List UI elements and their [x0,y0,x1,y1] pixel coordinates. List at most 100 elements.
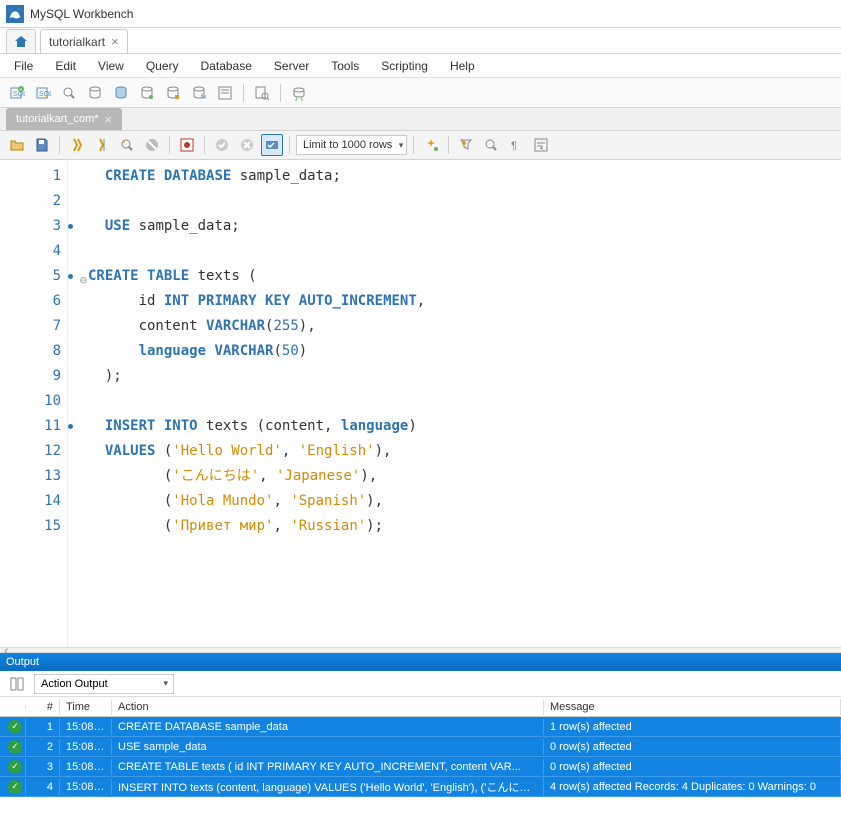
menu-edit[interactable]: Edit [45,56,86,76]
code-line[interactable]: INSERT INTO texts (content, language) [88,414,841,439]
procedure-icon[interactable] [162,82,184,104]
beautify-icon[interactable] [420,134,442,156]
menu-file[interactable]: File [4,56,43,76]
status-ok-icon [8,780,22,794]
col-number[interactable]: # [26,699,60,715]
line-number: 3 [0,214,61,239]
output-layout-icon[interactable] [6,673,28,695]
stop-on-error-icon[interactable] [176,134,198,156]
line-number: 2 [0,189,61,214]
connection-tab[interactable]: tutorialkart × [40,29,128,53]
col-message[interactable]: Message [544,699,841,715]
main-toolbar: SQL+ SQL fx [0,78,841,108]
open-file-icon[interactable] [6,134,28,156]
query-tab-label: tutorialkart_com* [16,113,99,125]
inspector-icon[interactable] [58,82,80,104]
code-line[interactable]: content VARCHAR(255), [88,314,841,339]
new-sql-tab-icon[interactable]: SQL+ [6,82,28,104]
output-type-label: Action Output [41,678,108,690]
execute-icon[interactable] [66,134,88,156]
rollback-icon[interactable] [236,134,258,156]
execute-current-icon[interactable] [91,134,113,156]
reconnect-icon[interactable] [288,82,310,104]
stop-icon[interactable] [141,134,163,156]
code-line[interactable]: USE sample_data; [88,214,841,239]
line-number: 14 [0,489,61,514]
save-icon[interactable] [31,134,53,156]
menu-query[interactable]: Query [136,56,189,76]
output-type-select[interactable]: Action Output [34,674,174,694]
code-line[interactable]: ); [88,364,841,389]
line-number: 7 [0,314,61,339]
sql-preview-icon[interactable] [214,82,236,104]
row-message: 0 row(s) affected [544,759,841,775]
code-line[interactable] [88,389,841,414]
menu-scripting[interactable]: Scripting [371,56,438,76]
explain-icon[interactable] [116,134,138,156]
menubar: FileEditViewQueryDatabaseServerToolsScri… [0,54,841,78]
function-icon[interactable]: fx [188,82,210,104]
close-icon[interactable]: × [111,34,119,49]
grid-header: # Time Action Message [0,697,841,717]
view-icon[interactable] [136,82,158,104]
wrap-icon[interactable] [530,134,552,156]
code-line[interactable]: ('Hola Mundo', 'Spanish'), [88,489,841,514]
query-tab[interactable]: tutorialkart_com* × [6,108,122,130]
zoom-icon[interactable] [480,134,502,156]
code-line[interactable]: CREATE TABLE texts ( [88,264,841,289]
code-line[interactable] [88,189,841,214]
connection-tabbar: tutorialkart × [0,28,841,54]
code-line[interactable]: language VARCHAR(50) [88,339,841,364]
home-button[interactable] [6,29,36,53]
connection-tab-label: tutorialkart [49,35,105,49]
menu-database[interactable]: Database [191,56,262,76]
menu-server[interactable]: Server [264,56,319,76]
line-number: 4 [0,239,61,264]
find-icon[interactable] [455,134,477,156]
row-message: 0 row(s) affected [544,739,841,755]
col-time[interactable]: Time [60,699,112,715]
output-header: Output [0,653,841,671]
menu-view[interactable]: View [88,56,134,76]
output-row[interactable]: 115:08:42CREATE DATABASE sample_data1 ro… [0,717,841,737]
output-grid[interactable]: # Time Action Message 115:08:42CREATE DA… [0,697,841,823]
limit-rows-select[interactable]: Limit to 1000 rows [296,135,407,155]
output-row[interactable]: 215:08:42USE sample_data0 row(s) affecte… [0,737,841,757]
menu-tools[interactable]: Tools [321,56,369,76]
invisible-chars-icon[interactable]: ¶ [505,134,527,156]
sql-editor[interactable]: 123456789101112131415 CREATE DATABASE sa… [0,160,841,647]
row-message: 4 row(s) affected Records: 4 Duplicates:… [544,779,841,795]
line-gutter: 123456789101112131415 [0,160,68,647]
row-action: INSERT INTO texts (content, language) VA… [112,777,544,797]
table-icon[interactable] [110,82,132,104]
open-sql-file-icon[interactable]: SQL [32,82,54,104]
toolbar-separator [243,84,244,102]
code-area[interactable]: CREATE DATABASE sample_data; USE sample_… [68,160,841,647]
splitter[interactable] [0,647,841,653]
output-row[interactable]: 415:08:42INSERT INTO texts (content, lan… [0,777,841,797]
code-line[interactable] [88,239,841,264]
code-line[interactable]: VALUES ('Hello World', 'English'), [88,439,841,464]
autocommit-toggle-icon[interactable] [261,134,283,156]
row-number: 2 [26,739,60,755]
code-line[interactable]: ('Привет мир', 'Russian'); [88,514,841,539]
svg-text:SQL: SQL [39,91,51,98]
close-icon[interactable]: × [105,112,113,127]
col-action[interactable]: Action [112,699,544,715]
svg-text:+: + [20,87,23,93]
row-number: 4 [26,779,60,795]
menu-help[interactable]: Help [440,56,485,76]
window-title: MySQL Workbench [30,7,133,21]
schema-icon[interactable] [84,82,106,104]
code-line[interactable]: ('こんにちは', 'Japanese'), [88,464,841,489]
line-number: 1 [0,164,61,189]
editor-toolbar: Limit to 1000 rows ¶ [0,130,841,160]
output-row[interactable]: 315:08:42CREATE TABLE texts ( id INT PRI… [0,757,841,777]
search-objects-icon[interactable] [251,82,273,104]
status-ok-icon [8,720,22,734]
line-number: 12 [0,439,61,464]
row-number: 3 [26,759,60,775]
code-line[interactable]: id INT PRIMARY KEY AUTO_INCREMENT, [88,289,841,314]
code-line[interactable]: CREATE DATABASE sample_data; [88,164,841,189]
commit-icon[interactable] [211,134,233,156]
